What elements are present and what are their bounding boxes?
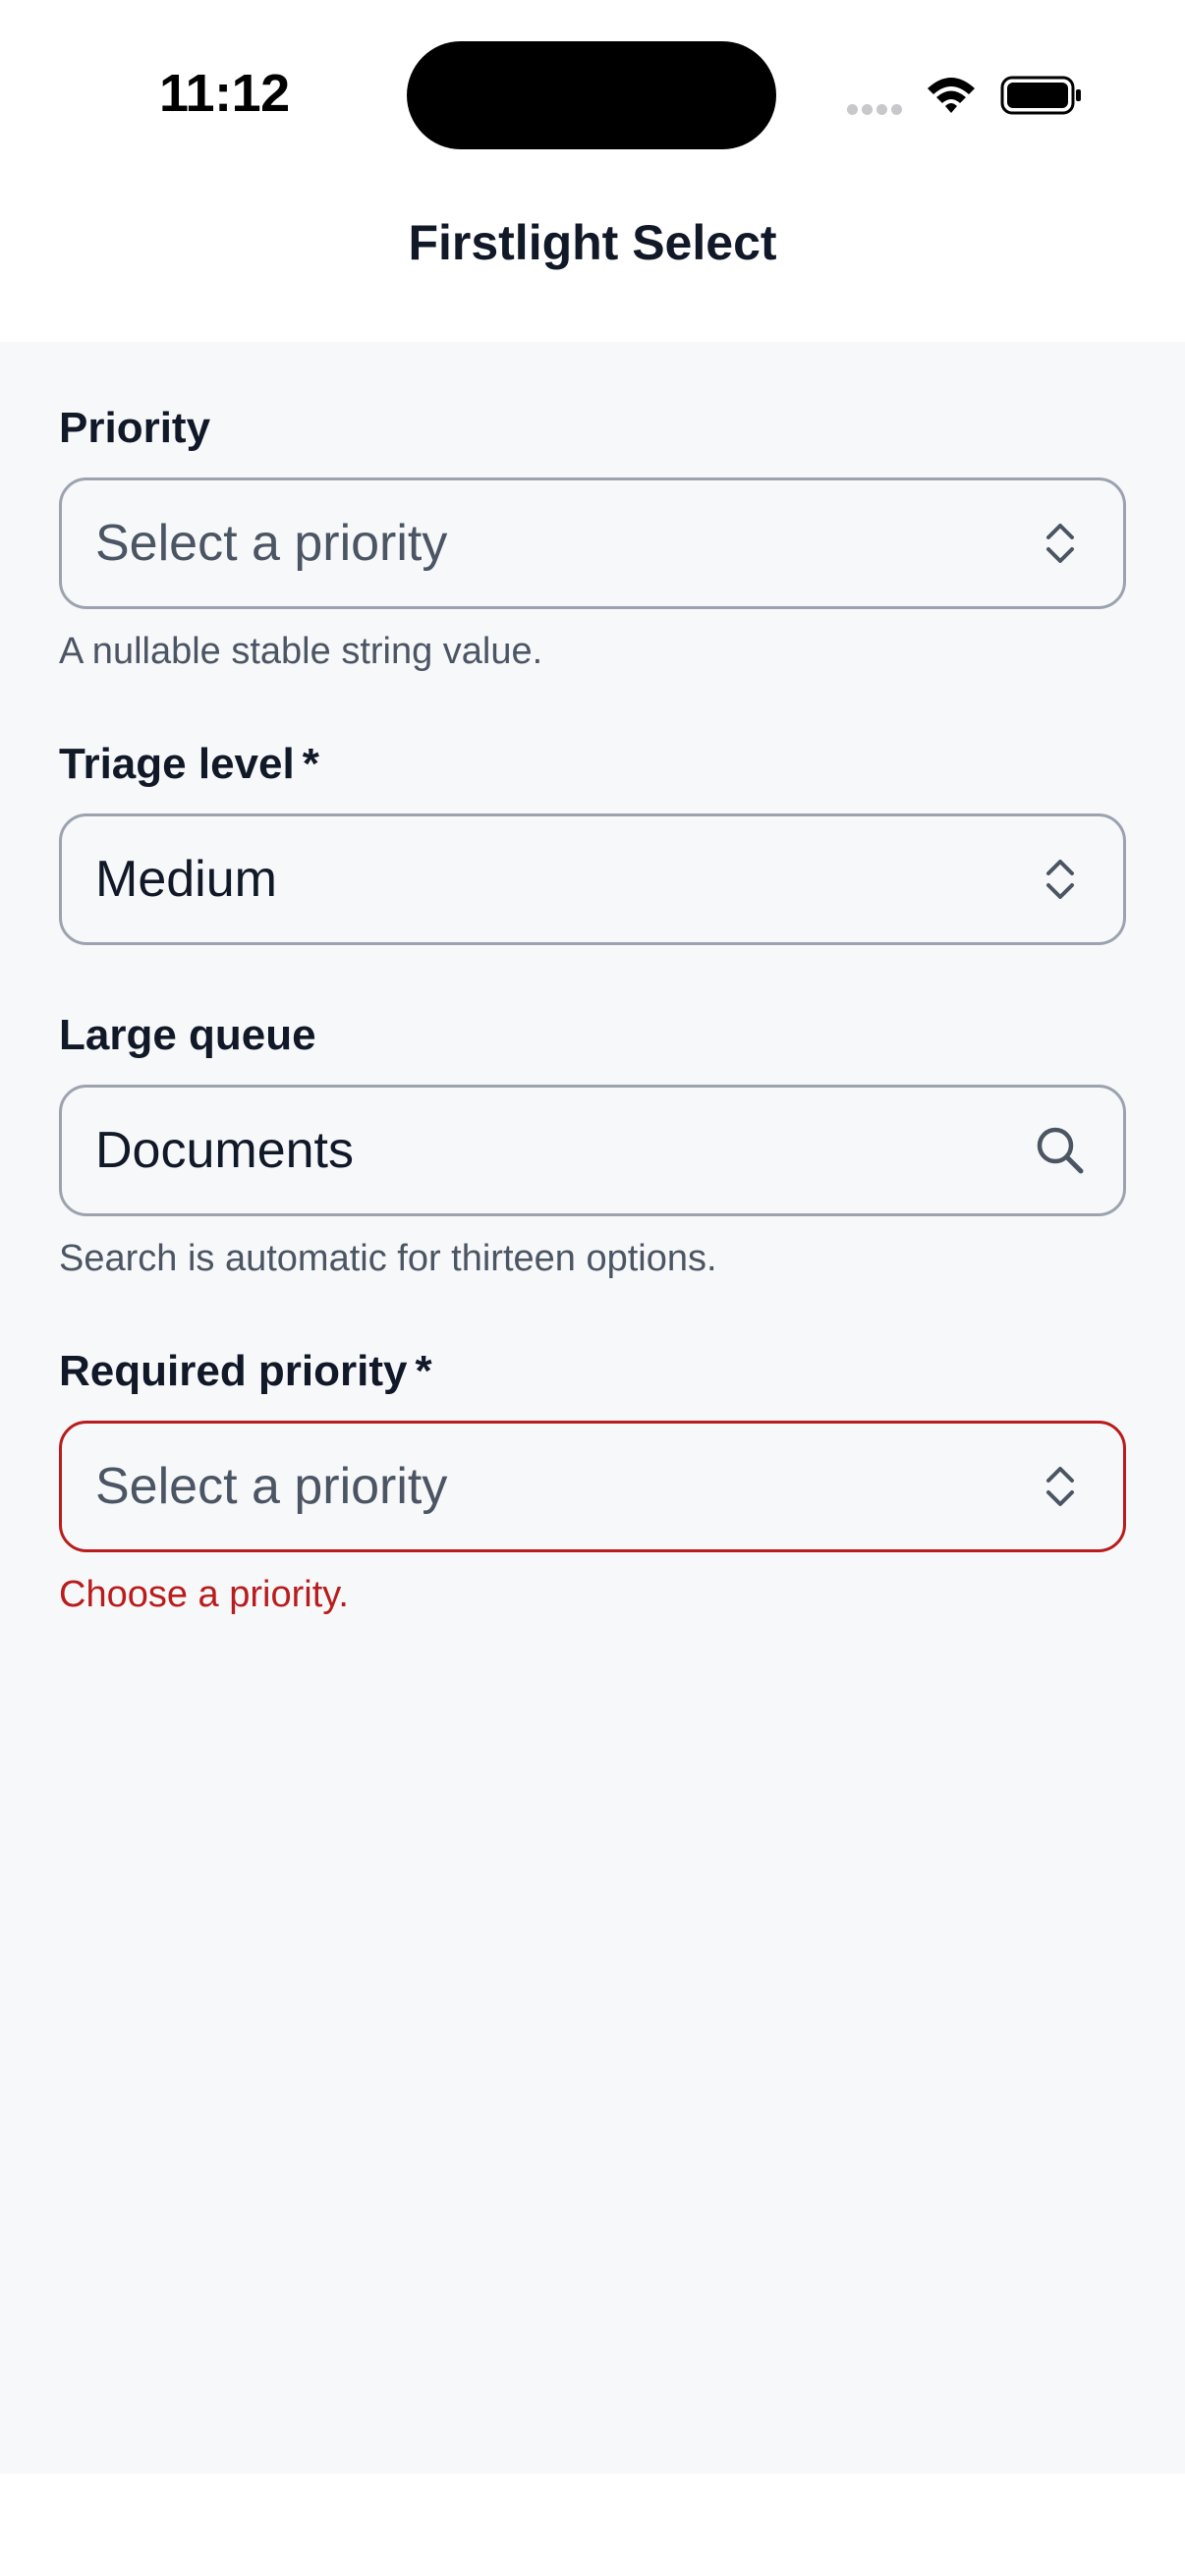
triage-level-field: Triage level * Medium bbox=[59, 737, 1126, 945]
required-priority-field: Required priority * Select a priority Cho… bbox=[59, 1344, 1126, 1619]
priority-select[interactable]: Select a priority bbox=[59, 477, 1126, 609]
required-priority-select-value: Select a priority bbox=[95, 1458, 448, 1515]
wifi-icon bbox=[928, 78, 975, 113]
triage-level-select[interactable]: Medium bbox=[59, 813, 1126, 945]
priority-label-text: Priority bbox=[59, 404, 211, 452]
large-queue-value: Documents bbox=[95, 1122, 354, 1179]
search-icon bbox=[1037, 1127, 1084, 1174]
large-queue-field: Large queue Documents Search is automati… bbox=[59, 1008, 1126, 1283]
status-time: 11:12 bbox=[159, 64, 290, 123]
required-priority-label-text: Required priority bbox=[59, 1347, 408, 1395]
required-priority-select[interactable]: Select a priority bbox=[59, 1421, 1126, 1552]
form-container: Priority Select a priority A nullable st… bbox=[0, 342, 1185, 2474]
triage-level-label: Triage level * bbox=[59, 737, 1126, 792]
large-queue-hint: Search is automatic for thirteen options… bbox=[59, 1238, 717, 1279]
triage-level-label-text: Triage level bbox=[59, 740, 295, 788]
required-priority-error: Choose a priority. bbox=[59, 1574, 349, 1615]
required-asterisk: * bbox=[302, 740, 319, 788]
status-bar: 11:12 bbox=[0, 0, 1185, 187]
chevron-up-down-icon bbox=[1046, 860, 1074, 899]
page-title: Firstlight Select bbox=[408, 215, 777, 270]
chevron-up-down-icon bbox=[1046, 1467, 1074, 1506]
priority-hint: A nullable stable string value. bbox=[59, 631, 543, 672]
chevron-up-down-icon bbox=[1046, 524, 1074, 563]
priority-field: Priority Select a priority A nullable st… bbox=[59, 401, 1126, 676]
cellular-signal-icon bbox=[847, 102, 906, 120]
required-priority-label: Required priority * bbox=[59, 1344, 1126, 1399]
battery-icon bbox=[1000, 76, 1081, 115]
triage-level-select-value: Medium bbox=[95, 851, 277, 908]
required-asterisk: * bbox=[415, 1347, 432, 1395]
priority-select-value: Select a priority bbox=[95, 515, 448, 572]
large-queue-label-text: Large queue bbox=[59, 1011, 316, 1059]
dynamic-island bbox=[407, 41, 776, 149]
priority-label: Priority bbox=[59, 401, 1126, 456]
large-queue-label: Large queue bbox=[59, 1008, 1126, 1063]
large-queue-combobox[interactable]: Documents bbox=[59, 1085, 1126, 1216]
